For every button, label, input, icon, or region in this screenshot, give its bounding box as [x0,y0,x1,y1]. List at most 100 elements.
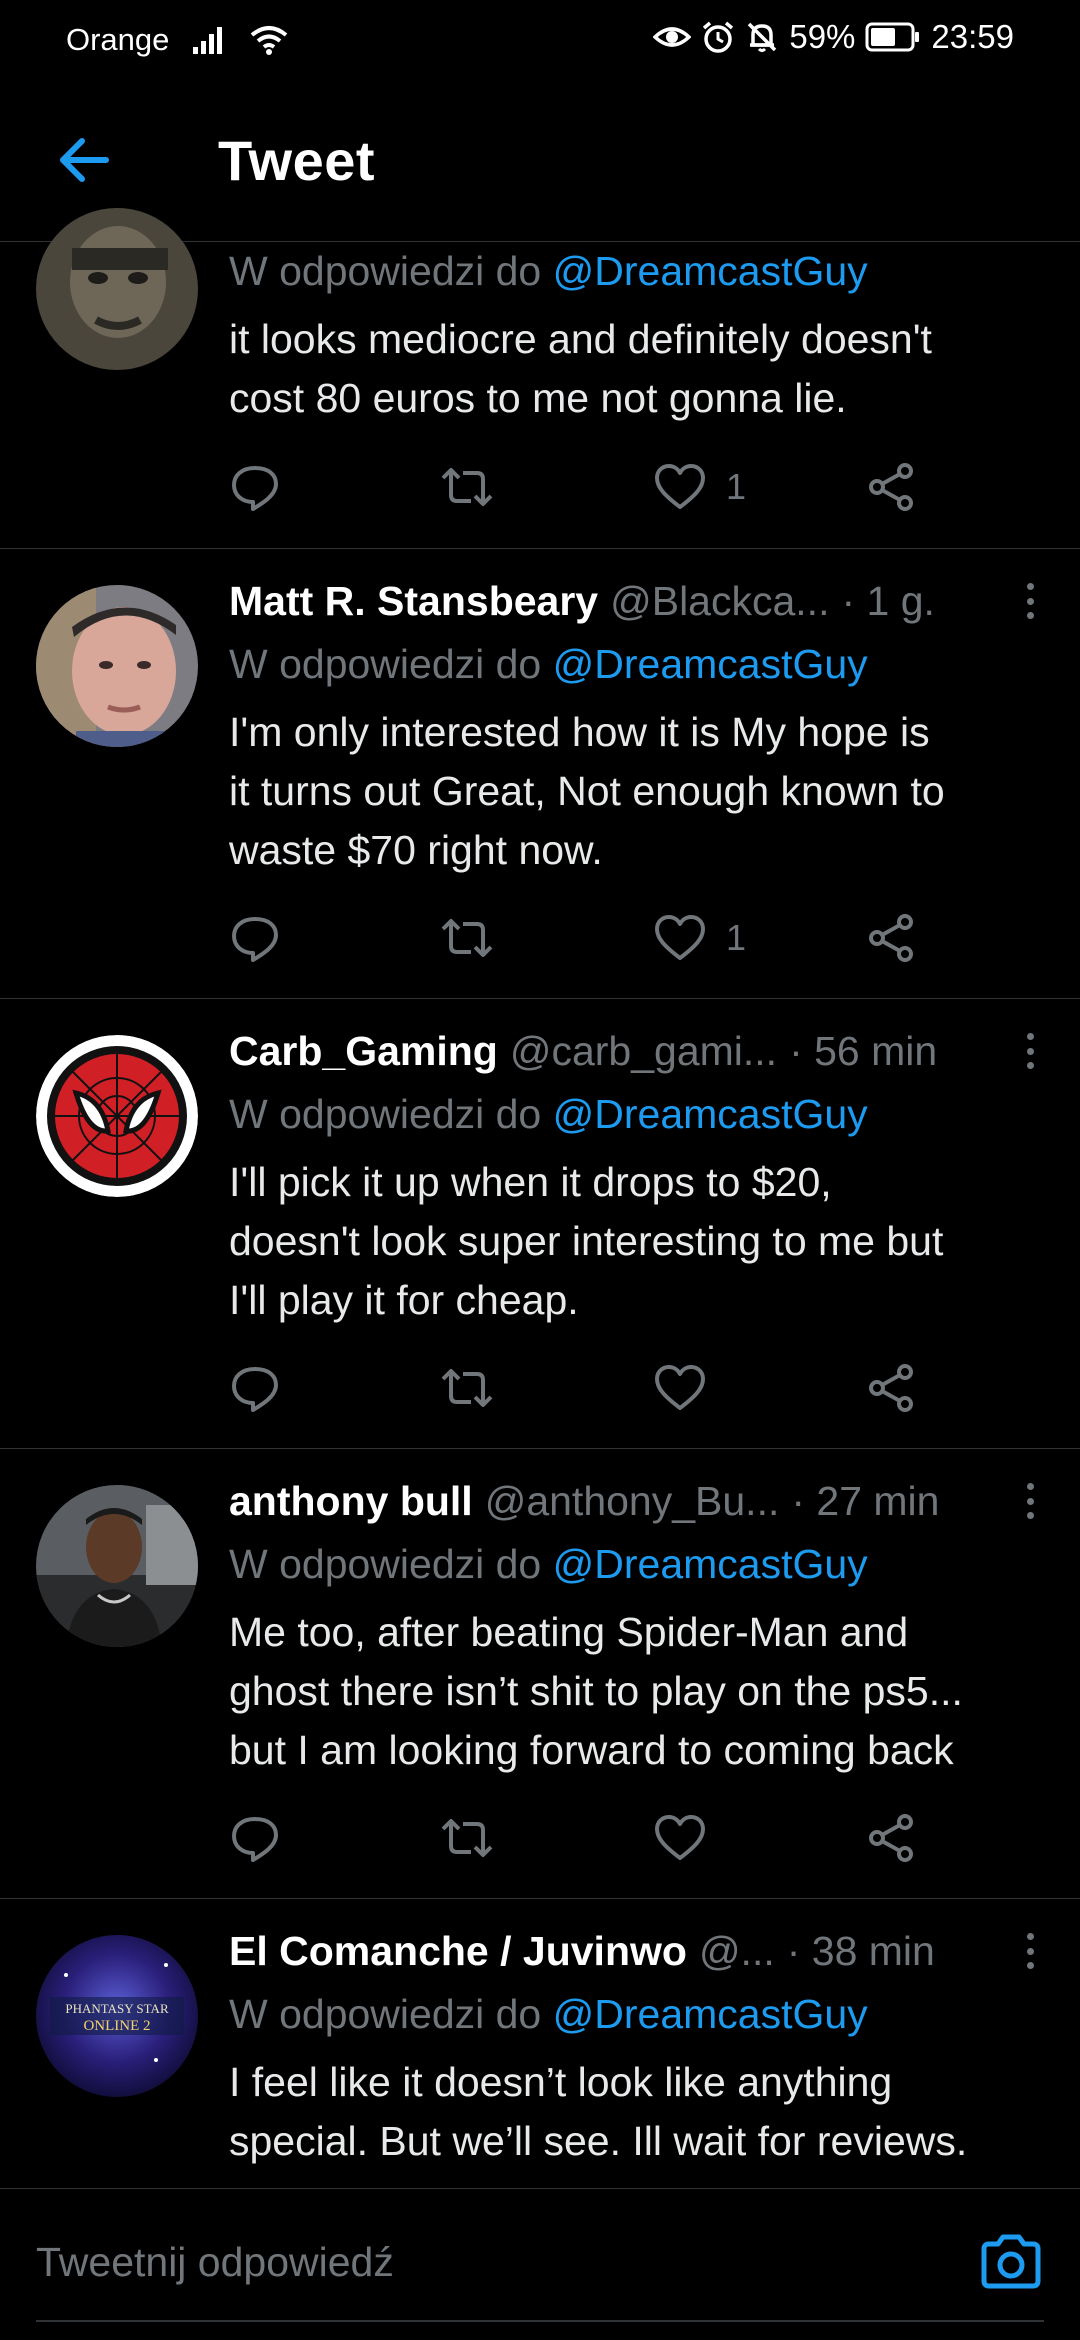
speech-bubble-icon [232,1367,278,1412]
reply-prefix: W odpowiedzi do [229,248,542,294]
avatar[interactable] [36,1035,198,1197]
reply-mention-link[interactable]: @DreamcastGuy [553,641,868,687]
tweet-timestamp: · 27 min [791,1477,940,1524]
reply-mention-link[interactable]: @DreamcastGuy [553,1091,868,1137]
tweet-item[interactable]: Carb_Gaming @carb_gami... · 56 min W odp… [0,999,1080,1449]
share-icon [869,1364,913,1412]
tweet-timestamp: · 56 min [789,1027,938,1074]
like-button[interactable]: 1 [654,457,746,517]
tweet-text: Me too, after beating Spider-Man and gho… [229,1609,963,1773]
tweet-text: I'll pick it up when it drops to $20, do… [229,1159,944,1323]
tweet-item[interactable]: PHANTASY STAR ONLINE 2 El Comanche / Juv… [0,1899,1080,2188]
tweet-header: Carb_Gaming @carb_gami... · 56 min [229,1023,1048,1079]
author-name[interactable]: El Comanche / Juvinwo [229,1928,687,1975]
reply-mention-link[interactable]: @DreamcastGuy [553,1991,868,2037]
status-right: 59% 23:59 [653,18,1014,56]
arrow-left-icon [60,138,109,182]
heart-icon [655,464,705,509]
retweet-button[interactable] [439,1808,495,1868]
reply-mention-link[interactable]: @DreamcastGuy [553,248,868,294]
avatar[interactable] [36,585,198,747]
author-name[interactable]: Matt R. Stansbeary [229,578,598,625]
author-handle[interactable]: @... [699,1928,775,1975]
more-options-button[interactable] [1018,577,1042,625]
vertical-dots-icon [1026,1933,1034,1940]
tweet-timestamp: · 38 min [786,1927,935,1974]
tweet-header: El Comanche / Juvinwo @... · 38 min [229,1923,1048,1979]
like-count: 1 [726,917,747,958]
more-options-button[interactable] [1018,1477,1042,1525]
share-icon [869,914,913,962]
retweet-button[interactable] [439,457,495,517]
author-handle[interactable]: @anthony_Bu... [485,1478,780,1525]
avatar[interactable] [36,1485,198,1647]
like-button[interactable]: 1 [654,908,746,968]
share-icon [869,463,913,511]
reply-button[interactable] [229,908,281,968]
composer-underline [36,2320,1044,2322]
reply-button[interactable] [229,1808,281,1868]
tweet-actions: 1 [229,457,929,517]
avatar[interactable]: PHANTASY STAR ONLINE 2 [36,1935,198,2097]
share-button[interactable] [867,1358,915,1418]
retweet-button[interactable] [439,1358,495,1418]
status-left: Orange [66,22,289,58]
like-count: 1 [726,466,747,507]
more-options-button[interactable] [1018,1927,1042,1975]
reply-context: W odpowiedzi do @DreamcastGuy [229,248,868,295]
tweet-text: I feel like it doesn’t look like anythin… [229,2059,968,2164]
tweet-actions [229,1808,929,1868]
camera-icon [981,2234,1041,2289]
camera-button[interactable] [978,2229,1044,2295]
reply-prefix: W odpowiedzi do [229,641,542,687]
reply-context: W odpowiedzi do @DreamcastGuy [229,641,868,688]
author-handle[interactable]: @Blackca... [610,578,829,625]
retweet-icon [441,1819,493,1857]
reply-context: W odpowiedzi do @DreamcastGuy [229,1091,868,1138]
bell-off-icon [748,22,777,52]
author-name[interactable]: anthony bull [229,1478,473,1525]
reply-mention-link[interactable]: @DreamcastGuy [553,1541,868,1587]
heart-icon [655,1815,705,1860]
retweet-icon [441,468,493,506]
tweet-actions [229,1358,929,1418]
tweet-item[interactable]: W odpowiedzi do @DreamcastGuy it looks m… [0,208,1080,549]
reply-composer: Tweetnij odpowiedź [0,2188,1080,2340]
back-button[interactable] [50,130,118,190]
clock: 23:59 [931,18,1014,55]
signal-icon [193,27,223,54]
tweet-timestamp: · 1 g. [841,577,935,624]
more-options-button[interactable] [1018,1027,1042,1075]
vertical-dots-icon [1026,1033,1034,1040]
app-header: Tweet [0,78,1080,242]
eye-icon [653,27,692,47]
author-handle[interactable]: @carb_gami... [510,1028,777,1075]
tweet-header: Matt R. Stansbeary @Blackca... · 1 g. [229,573,1048,629]
vertical-dots-icon [1026,1483,1034,1490]
tweet-item[interactable]: Matt R. Stansbeary @Blackca... · 1 g. W … [0,549,1080,999]
avatar[interactable] [36,208,198,370]
tweet-header: anthony bull @anthony_Bu... · 27 min [229,1473,1048,1529]
speech-bubble-icon [232,466,278,511]
battery-percent: 59% [789,18,856,55]
like-button[interactable] [654,1808,726,1868]
tweet-text: it looks mediocre and definitely doesn't… [229,316,932,421]
retweet-icon [441,1369,493,1407]
carrier-label: Orange [66,22,170,57]
like-button[interactable] [654,1358,726,1418]
wifi-icon [251,26,288,55]
reply-button[interactable] [229,1358,281,1418]
reply-button[interactable] [229,457,281,517]
share-button[interactable] [867,908,915,968]
reply-input[interactable]: Tweetnij odpowiedź [36,2239,394,2286]
page-title: Tweet [218,129,376,192]
author-name[interactable]: Carb_Gaming [229,1028,498,1075]
share-button[interactable] [867,1808,915,1868]
retweet-button[interactable] [439,908,495,968]
tweet-item[interactable]: anthony bull @anthony_Bu... · 27 min W o… [0,1449,1080,1899]
reply-context: W odpowiedzi do @DreamcastGuy [229,1541,868,1588]
retweet-icon [441,919,493,957]
reply-prefix: W odpowiedzi do [229,1541,542,1587]
share-icon [869,1814,913,1862]
share-button[interactable] [867,457,915,517]
